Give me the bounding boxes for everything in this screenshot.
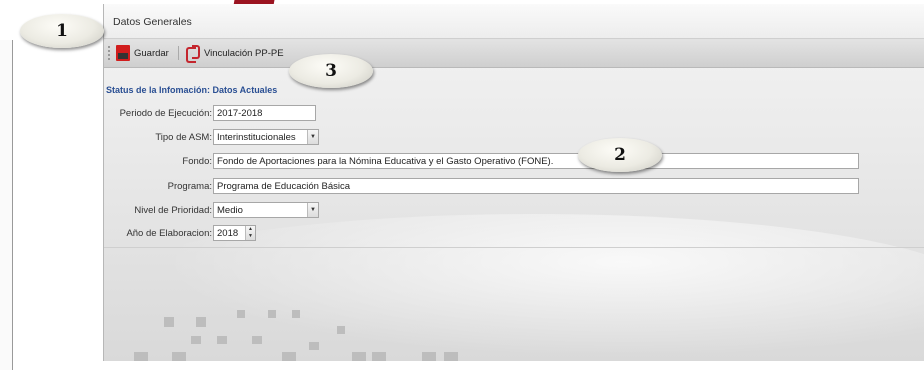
save-button-label: Guardar bbox=[134, 47, 169, 59]
decor-square bbox=[191, 336, 201, 344]
nivel-label: Nivel de Prioridad: bbox=[134, 204, 212, 216]
decor-square bbox=[309, 342, 319, 350]
title-bar: Datos Generales bbox=[104, 4, 924, 39]
decor-square bbox=[237, 310, 245, 318]
nivel-select[interactable]: Medio ▼ bbox=[213, 202, 319, 218]
tipo-select[interactable]: Interinstitucionales ▼ bbox=[213, 129, 319, 145]
spinner-arrows-icon[interactable]: ▲ ▼ bbox=[245, 226, 255, 240]
anio-row: Año de Elaboracion: 2018 ▲ ▼ bbox=[104, 225, 256, 241]
decor-square bbox=[422, 352, 436, 361]
save-icon bbox=[116, 45, 130, 61]
fondo-row: Fondo: Fondo de Aportaciones para la Nóm… bbox=[104, 153, 859, 169]
decor-square bbox=[196, 317, 206, 327]
periodo-label: Periodo de Ejecución: bbox=[119, 107, 212, 119]
anio-value: 2018 bbox=[217, 227, 239, 239]
vinculacion-button-label: Vinculación PP-PE bbox=[204, 47, 284, 59]
vinculacion-button[interactable]: Vinculación PP-PE bbox=[186, 44, 284, 63]
decor-square bbox=[134, 352, 148, 361]
decor-square bbox=[164, 317, 174, 327]
toolbar-separator bbox=[178, 46, 179, 60]
datos-generales-window: Datos Generales Guardar Vinculación PP-P… bbox=[103, 4, 924, 361]
toolbar: Guardar Vinculación PP-PE bbox=[104, 39, 924, 68]
window-title: Datos Generales bbox=[113, 16, 192, 28]
nivel-row: Nivel de Prioridad: Medio ▼ bbox=[104, 202, 319, 218]
anio-label: Año de Elaboracion: bbox=[126, 227, 212, 239]
fondo-label: Fondo: bbox=[182, 155, 212, 167]
tipo-value: Interinstitucionales bbox=[217, 131, 296, 143]
anio-stepper[interactable]: 2018 ▲ ▼ bbox=[213, 225, 256, 241]
tipo-row: Tipo de ASM: Interinstitucionales ▼ bbox=[104, 129, 319, 145]
tipo-label: Tipo de ASM: bbox=[155, 131, 212, 143]
status-title: Status de la Infomación: Datos Actuales bbox=[106, 85, 278, 95]
chevron-down-icon[interactable]: ▼ bbox=[307, 203, 318, 217]
left-panel bbox=[0, 40, 13, 370]
callout-badge-1: 1 bbox=[20, 14, 104, 48]
decor-square bbox=[372, 352, 386, 361]
decor-square bbox=[217, 336, 227, 344]
toolbar-grip[interactable] bbox=[108, 46, 112, 60]
programa-field[interactable]: Programa de Educación Básica bbox=[213, 178, 859, 194]
form-bottom-divider bbox=[104, 247, 924, 248]
programa-row: Programa: Programa de Educación Básica bbox=[104, 178, 859, 194]
periodo-row: Periodo de Ejecución: 2017-2018 bbox=[104, 105, 316, 121]
decor-square bbox=[252, 336, 262, 344]
decor-square bbox=[444, 352, 458, 361]
callout-badge-2: 2 bbox=[578, 138, 662, 172]
decor-square bbox=[268, 310, 276, 318]
link-icon bbox=[186, 45, 200, 63]
nivel-value: Medio bbox=[217, 204, 243, 216]
save-button[interactable]: Guardar bbox=[116, 44, 169, 62]
periodo-field[interactable]: 2017-2018 bbox=[213, 105, 316, 121]
decor-square bbox=[292, 310, 300, 318]
chevron-down-icon[interactable]: ▼ bbox=[307, 130, 318, 144]
decor-square bbox=[337, 326, 345, 334]
decor-square bbox=[282, 352, 296, 361]
callout-badge-3: 3 bbox=[289, 54, 373, 88]
decor-square bbox=[172, 352, 186, 361]
decor-square bbox=[352, 352, 366, 361]
programa-label: Programa: bbox=[167, 180, 212, 192]
fondo-field[interactable]: Fondo de Aportaciones para la Nómina Edu… bbox=[213, 153, 859, 169]
